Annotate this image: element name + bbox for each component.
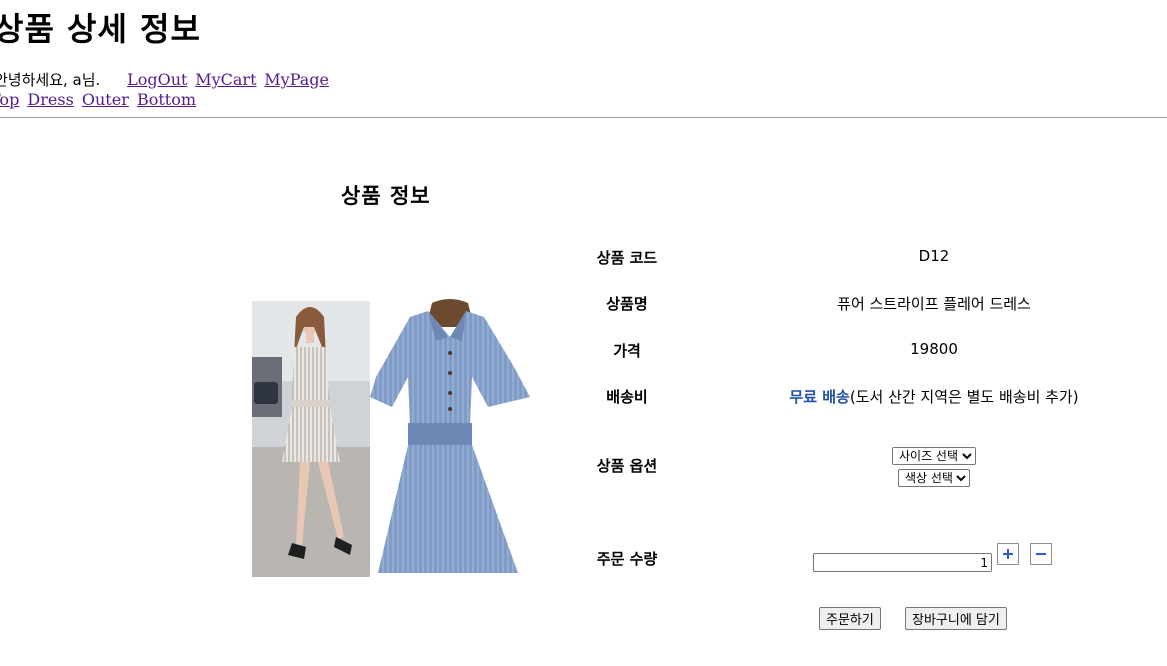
quantity-label: 주문 수량 bbox=[596, 550, 658, 568]
category-outer-link[interactable]: Outer bbox=[82, 90, 129, 109]
price-value: 19800 bbox=[910, 340, 958, 358]
shipping-note: (도서 산간 지역은 별도 배송비 추가) bbox=[849, 388, 1079, 406]
minus-icon bbox=[1036, 553, 1046, 555]
options-label: 상품 옵션 bbox=[596, 457, 658, 475]
user-bar: 안녕하세요, a님. LogOut MyCart MyPage bbox=[0, 69, 332, 90]
size-select[interactable]: 사이즈 선택 bbox=[892, 447, 976, 465]
product-section-title: 상품 정보 bbox=[341, 184, 431, 208]
category-nav: Top Dress Outer Bottom bbox=[0, 90, 199, 109]
category-bottom-link[interactable]: Bottom bbox=[137, 90, 196, 109]
logout-link[interactable]: LogOut bbox=[127, 70, 187, 89]
page-title: 상품 상세 정보 bbox=[0, 10, 201, 48]
greeting-text: 안녕하세요, a님. bbox=[0, 71, 101, 89]
product-code-label: 상품 코드 bbox=[596, 249, 658, 267]
product-name-label: 상품명 bbox=[606, 295, 648, 313]
color-select[interactable]: 색상 선택 bbox=[898, 469, 970, 487]
product-name-value: 퓨어 스트라이프 플레어 드레스 bbox=[837, 295, 1031, 313]
shipping-label: 배송비 bbox=[606, 388, 648, 406]
order-button[interactable]: 주문하기 bbox=[819, 607, 881, 630]
plus-icon bbox=[1003, 549, 1013, 559]
mypage-link[interactable]: MyPage bbox=[264, 70, 329, 89]
product-image bbox=[252, 299, 534, 577]
options-value: 사이즈 선택 색상 선택 bbox=[720, 444, 1148, 488]
free-shipping-text: 무료 배송 bbox=[789, 388, 850, 406]
shipping-value: 무료 배송(도서 산간 지역은 별도 배송비 추가) bbox=[720, 386, 1148, 407]
product-code-value: D12 bbox=[918, 247, 950, 265]
category-top-link[interactable]: Top bbox=[0, 90, 19, 109]
header-divider bbox=[0, 117, 1167, 118]
price-label: 가격 bbox=[613, 342, 641, 360]
add-to-cart-button[interactable]: 장바구니에 담기 bbox=[905, 607, 1007, 630]
quantity-input[interactable] bbox=[813, 553, 992, 572]
quantity-increase-button[interactable] bbox=[997, 543, 1019, 565]
category-dress-link[interactable]: Dress bbox=[27, 90, 73, 109]
mycart-link[interactable]: MyCart bbox=[195, 70, 256, 89]
quantity-decrease-button[interactable] bbox=[1030, 543, 1052, 565]
